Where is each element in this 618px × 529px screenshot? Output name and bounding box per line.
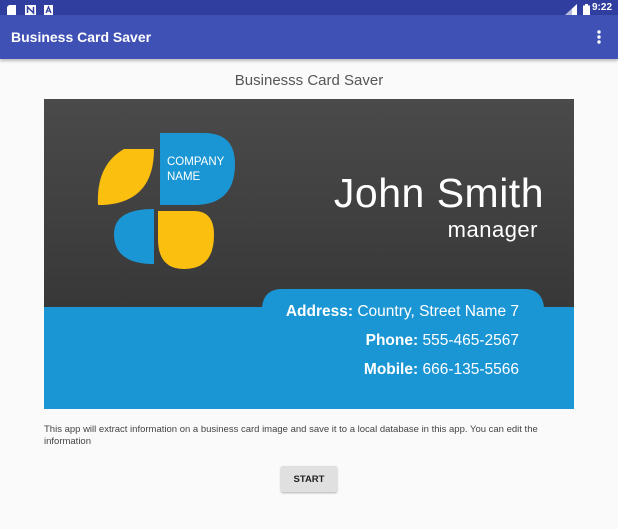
app-description: This app will extract information on a b… [44, 424, 538, 447]
app-bar: Business Card Saver [0, 15, 618, 59]
overflow-menu-button[interactable] [590, 28, 608, 46]
card-company-name: COMPANY NAME [167, 156, 225, 183]
card-person-name: John Smith [333, 170, 544, 216]
card-phone: Phone: 555-465-2567 [365, 332, 519, 349]
app-title: Business Card Saver [11, 29, 152, 45]
business-card-image: COMPANY NAME John Smith manager Address:… [44, 99, 574, 409]
status-bar: 9:22 [0, 0, 618, 15]
start-button[interactable]: START [281, 466, 337, 492]
card-address: Address: Country, Street Name 7 [285, 303, 519, 320]
card-mobile: Mobile: 666-135-5566 [363, 361, 519, 378]
card-person-role: manager [447, 217, 538, 242]
overflow-menu-icon [597, 30, 601, 44]
page-heading: Businesss Card Saver [234, 72, 384, 89]
status-time: 9:22 [591, 2, 612, 13]
